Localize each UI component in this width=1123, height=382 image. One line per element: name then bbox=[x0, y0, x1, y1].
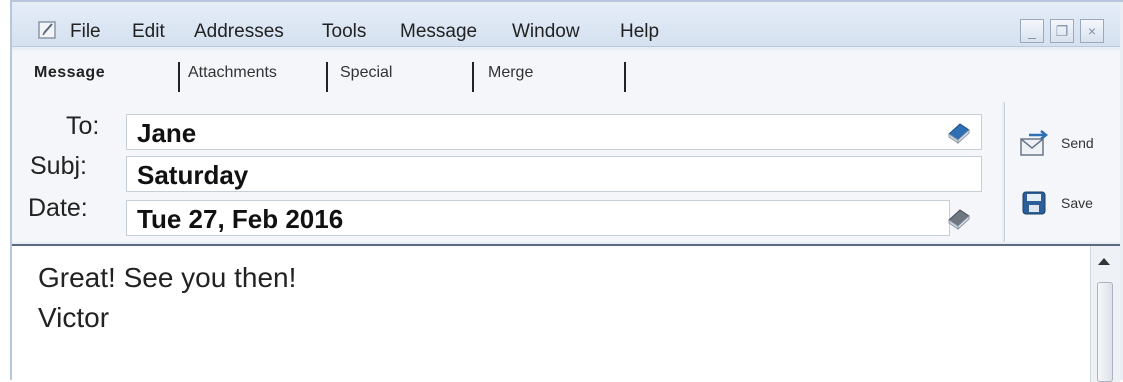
send-button[interactable]: Send bbox=[1019, 126, 1109, 160]
send-icon bbox=[1020, 130, 1049, 156]
close-button[interactable]: × bbox=[1080, 19, 1104, 43]
tab-message[interactable]: Message bbox=[34, 64, 105, 82]
body-line: Great! See you then! bbox=[38, 262, 297, 293]
menu-bar: File Edit Addresses Tools Message Window… bbox=[12, 4, 1120, 47]
save-icon bbox=[1022, 191, 1046, 215]
tab-attachments[interactable]: Attachments bbox=[188, 64, 277, 82]
tab-separator bbox=[326, 62, 328, 92]
tab-merge[interactable]: Merge bbox=[488, 64, 533, 82]
subject-value: Saturday bbox=[137, 160, 249, 190]
to-label: To: bbox=[66, 112, 100, 140]
menu-help[interactable]: Help bbox=[620, 21, 659, 43]
subj-label: Subj: bbox=[30, 152, 87, 180]
restore-button[interactable]: ❐ bbox=[1050, 19, 1074, 43]
message-header-form: To: Jane Subj: Saturday Date: Tue 27, Fe… bbox=[12, 102, 1002, 242]
vertical-scrollbar[interactable] bbox=[1090, 246, 1120, 382]
menu-message[interactable]: Message bbox=[400, 21, 477, 43]
tab-bar: Message Attachments Special Merge bbox=[12, 50, 1120, 102]
compose-icon bbox=[38, 21, 56, 39]
to-field[interactable]: Jane bbox=[126, 114, 982, 150]
menu-tools[interactable]: Tools bbox=[322, 21, 366, 43]
tab-special[interactable]: Special bbox=[340, 64, 392, 82]
minimize-button[interactable]: _ bbox=[1020, 19, 1044, 43]
tab-separator bbox=[472, 62, 474, 92]
scroll-thumb[interactable] bbox=[1097, 282, 1113, 382]
save-label: Save bbox=[1061, 195, 1093, 211]
date-field[interactable]: Tue 27, Feb 2016 bbox=[126, 200, 950, 236]
tab-separator bbox=[178, 62, 180, 92]
calendar-book-icon[interactable] bbox=[946, 206, 972, 230]
message-body-editor[interactable]: Great! See you then! Victor bbox=[12, 244, 1120, 382]
subject-field[interactable]: Saturday bbox=[126, 156, 982, 192]
tab-separator bbox=[624, 62, 626, 92]
action-panel: Send Save bbox=[1004, 102, 1120, 242]
date-label: Date: bbox=[28, 194, 88, 222]
menu-window[interactable]: Window bbox=[512, 21, 580, 43]
scroll-up-icon[interactable] bbox=[1098, 258, 1110, 265]
send-label: Send bbox=[1061, 135, 1094, 151]
menu-file[interactable]: File bbox=[70, 21, 101, 43]
address-book-icon[interactable] bbox=[946, 120, 972, 144]
body-line: Victor bbox=[38, 302, 110, 333]
mail-compose-window: File Edit Addresses Tools Message Window… bbox=[0, 0, 1123, 382]
menu-edit[interactable]: Edit bbox=[132, 21, 165, 43]
to-value: Jane bbox=[137, 118, 197, 148]
save-button[interactable]: Save bbox=[1019, 186, 1109, 220]
menu-addresses[interactable]: Addresses bbox=[194, 21, 284, 43]
date-value: Tue 27, Feb 2016 bbox=[137, 204, 344, 234]
